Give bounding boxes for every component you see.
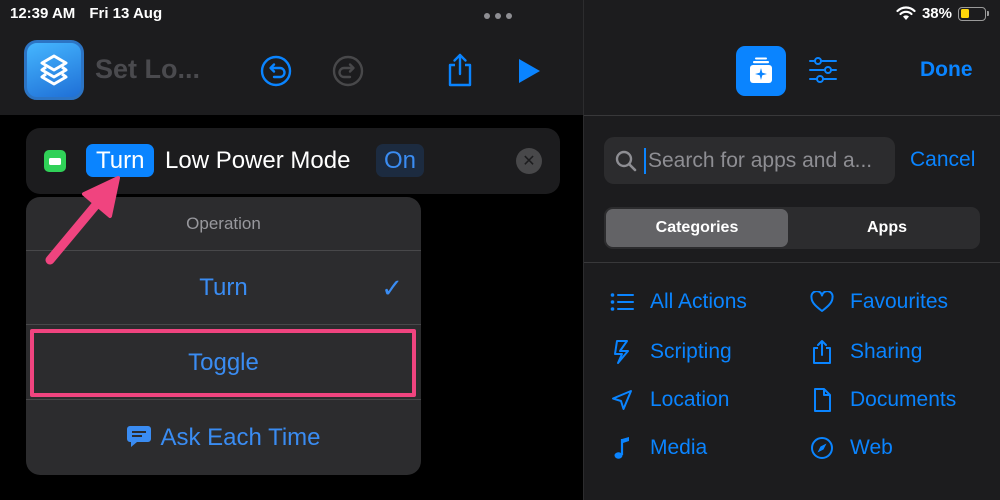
text-cursor bbox=[644, 148, 646, 174]
cancel-button[interactable]: Cancel bbox=[910, 148, 975, 172]
on-parameter-token[interactable]: On bbox=[376, 144, 425, 177]
category-media[interactable]: Media bbox=[610, 432, 707, 464]
category-sharing[interactable]: Sharing bbox=[810, 336, 922, 368]
scripting-icon bbox=[614, 340, 629, 364]
wifi-icon bbox=[896, 6, 916, 20]
operation-option-ask-each-time[interactable]: Ask Each Time bbox=[26, 401, 421, 475]
music-note-icon bbox=[614, 437, 629, 459]
play-icon bbox=[519, 59, 540, 83]
status-date: Fri 13 Aug bbox=[89, 5, 163, 22]
checkmark-icon: ✓ bbox=[381, 273, 403, 303]
library-segmented-control: Categories Apps bbox=[604, 207, 980, 249]
undo-icon bbox=[260, 55, 292, 87]
share-icon bbox=[448, 53, 472, 87]
multitasking-dots[interactable] bbox=[484, 13, 512, 19]
status-time: 12:39 AM bbox=[10, 5, 76, 22]
categories-separator bbox=[584, 262, 1000, 263]
document-icon bbox=[814, 388, 831, 412]
location-arrow-icon bbox=[612, 390, 632, 410]
category-location[interactable]: Location bbox=[610, 384, 729, 416]
status-right: 38% bbox=[896, 5, 989, 22]
shortcut-app-icon[interactable] bbox=[24, 40, 84, 100]
pointer-arrow-icon bbox=[45, 176, 120, 265]
remove-action-button[interactable]: ✕ bbox=[516, 148, 542, 174]
category-label: Location bbox=[650, 388, 730, 411]
battery-fill bbox=[960, 9, 970, 18]
operation-option-label: Turn bbox=[199, 274, 248, 301]
action-label: Low Power Mode bbox=[165, 147, 351, 174]
redo-icon bbox=[332, 55, 364, 87]
segment-categories[interactable]: Categories bbox=[606, 209, 788, 247]
category-label: Media bbox=[650, 436, 708, 459]
category-label: Favourites bbox=[850, 290, 949, 313]
toggle-highlight-box bbox=[30, 329, 416, 397]
category-label: All Actions bbox=[650, 290, 747, 313]
undo-button[interactable] bbox=[259, 54, 293, 88]
sparkle-library-icon bbox=[750, 57, 772, 83]
heart-icon bbox=[810, 291, 834, 312]
category-label: Web bbox=[850, 436, 893, 459]
shortcuts-logo-icon bbox=[40, 54, 68, 86]
sliders-icon bbox=[809, 57, 837, 83]
battery-percent: 38% bbox=[921, 5, 952, 22]
action-library-tab-button[interactable] bbox=[736, 46, 786, 96]
search-placeholder: Search for apps and a... bbox=[648, 149, 873, 172]
share-icon bbox=[813, 340, 831, 364]
operation-option-label: Ask Each Time bbox=[160, 424, 321, 451]
shortcut-title[interactable]: Set Lo... bbox=[95, 54, 200, 85]
run-button[interactable] bbox=[515, 57, 543, 85]
battery-status-icon bbox=[958, 6, 989, 21]
header-separator bbox=[584, 115, 1000, 116]
done-button[interactable]: Done bbox=[920, 58, 973, 82]
redo-button[interactable] bbox=[331, 54, 365, 88]
status-bar: 12:39 AM Fri 13 Aug 38% bbox=[0, 0, 1000, 28]
category-label: Sharing bbox=[850, 340, 923, 363]
shortcut-editor: Set Lo... Turn Low Power Mode On ✕ Opera… bbox=[0, 0, 583, 500]
category-label: Scripting bbox=[650, 340, 732, 363]
category-favourites[interactable]: Favourites bbox=[810, 286, 948, 318]
segment-apps[interactable]: Apps bbox=[796, 209, 978, 247]
chat-bubble-icon bbox=[127, 425, 152, 447]
search-icon bbox=[615, 150, 637, 172]
close-icon: ✕ bbox=[522, 153, 536, 170]
list-icon bbox=[610, 293, 634, 311]
compass-icon bbox=[811, 437, 833, 459]
category-documents[interactable]: Documents bbox=[810, 384, 956, 416]
category-all-actions[interactable]: All Actions bbox=[610, 286, 747, 318]
details-settings-button[interactable] bbox=[808, 56, 838, 89]
action-library: Done Search for apps and a... Cancel Cat… bbox=[584, 0, 1000, 500]
category-label: Documents bbox=[850, 388, 957, 411]
category-web[interactable]: Web bbox=[810, 432, 893, 464]
share-button[interactable] bbox=[445, 52, 475, 88]
category-scripting[interactable]: Scripting bbox=[610, 336, 732, 368]
status-time-date: 12:39 AM Fri 13 Aug bbox=[10, 5, 176, 22]
search-input[interactable]: Search for apps and a... bbox=[604, 137, 895, 184]
